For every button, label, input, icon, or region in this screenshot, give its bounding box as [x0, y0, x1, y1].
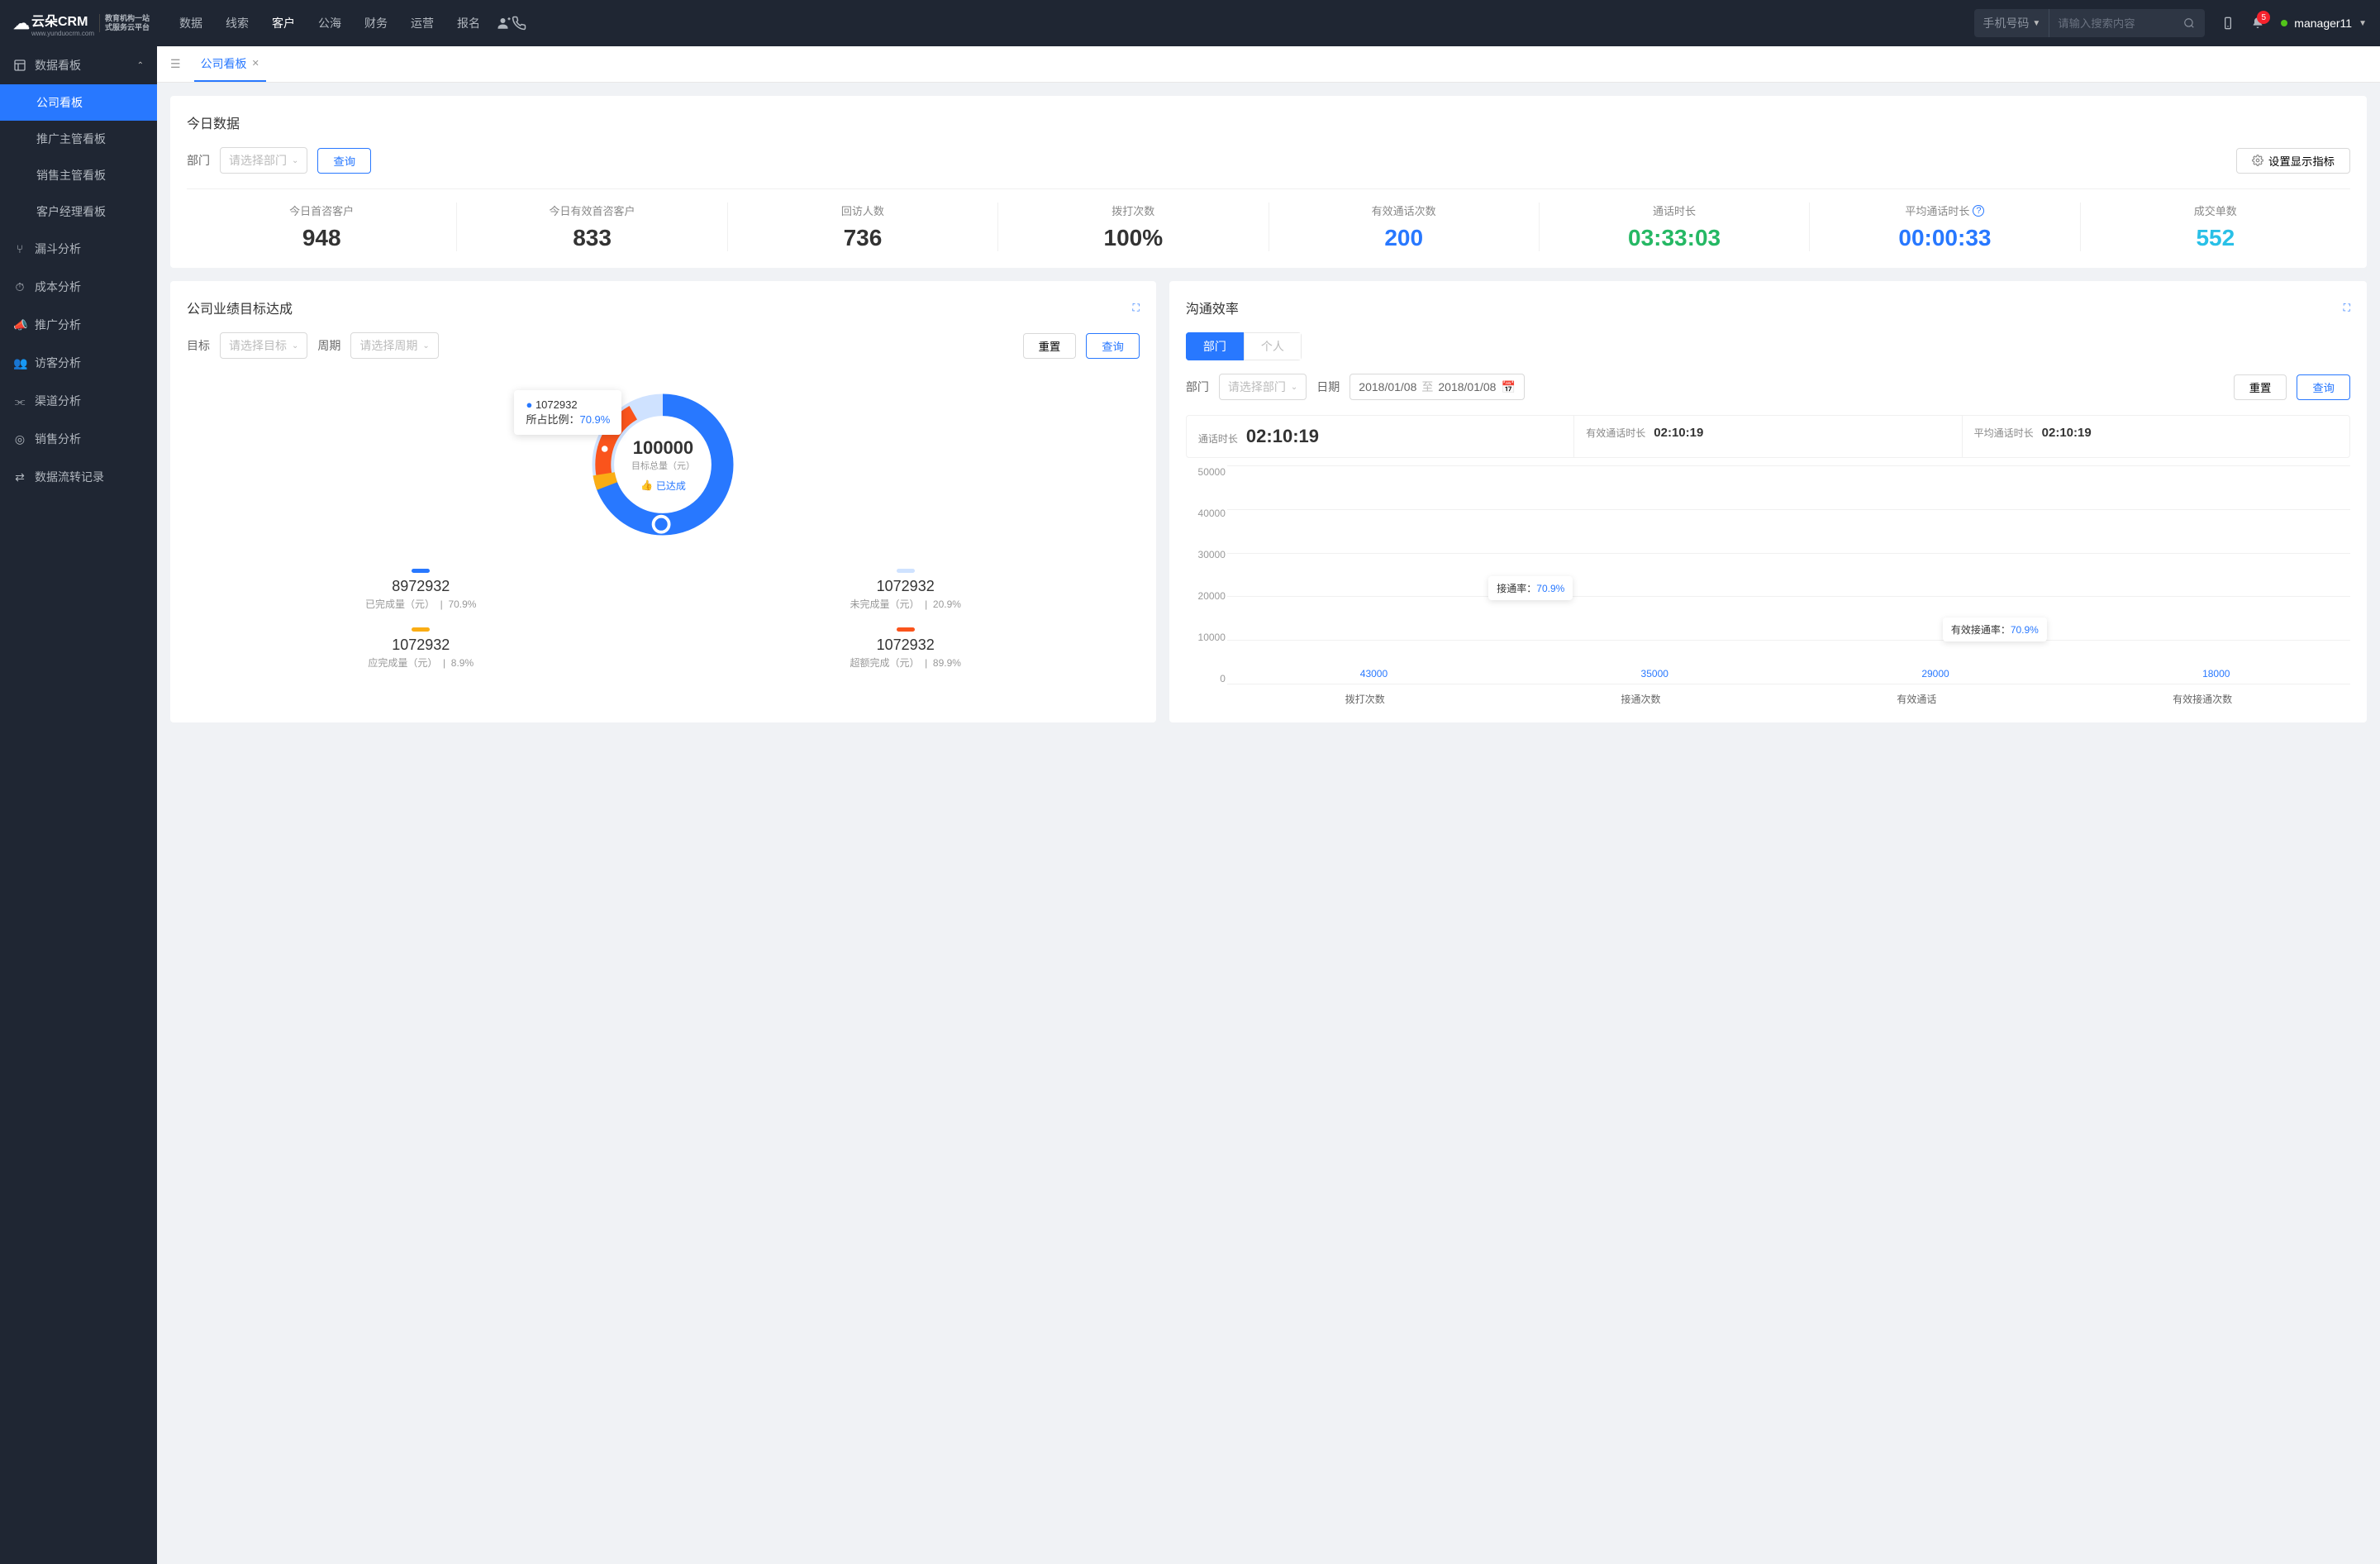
reset-button[interactable]: 重置	[1023, 333, 1077, 359]
query-button[interactable]: 查询	[1086, 333, 1140, 359]
period-select[interactable]: 请选择周期⌄	[350, 332, 438, 359]
date-range-input[interactable]: 2018/01/08 至 2018/01/08 📅	[1349, 374, 1525, 400]
today-title: 今日数据	[187, 112, 2350, 132]
comm-time-0: 通话时长02:10:19	[1187, 416, 1574, 457]
comm-title: 沟通效率	[1186, 298, 1239, 317]
sidebar-sub-3[interactable]: 客户经理看板	[0, 193, 157, 230]
tab-bar: ☰ 公司看板 ✕	[157, 46, 2380, 83]
nav-item-2[interactable]: 客户	[272, 2, 295, 45]
stat-4: 有效通话次数200	[1269, 203, 1540, 251]
chart-chip-0: 接通率：70.9%	[1488, 576, 1573, 600]
seg-0[interactable]: 部门	[1186, 332, 1244, 360]
target-select[interactable]: 请选择目标⌄	[220, 332, 307, 359]
logo: ☁ 云朵CRM www.yunduocrm.com 教育机构一站 式服务云平台	[13, 10, 150, 37]
mobile-icon[interactable]	[2221, 17, 2235, 30]
phone-icon[interactable]	[512, 16, 526, 31]
panel-today-data: 今日数据 部门 请选择部门⌄ 查询 设置显示指标 今日首咨客户948今日有效首咨…	[170, 96, 2367, 268]
nav-item-1[interactable]: 线索	[226, 2, 249, 45]
comm-time-1: 有效通话时长02:10:19	[1574, 416, 1962, 457]
calendar-icon: 📅	[1501, 380, 1515, 394]
comm-time-2: 平均通话时长02:10:19	[1963, 416, 2349, 457]
sidebar-item-5[interactable]: ◎销售分析	[0, 420, 157, 458]
legend-3: 1072932超额完成（元） | 89.9%	[671, 627, 1139, 670]
search-input[interactable]	[2049, 17, 2173, 30]
status-dot	[2281, 20, 2287, 26]
expand-icon[interactable]: ⛶	[2344, 302, 2350, 314]
donut-tooltip: ● 1072932 所占比例：70.9%	[514, 390, 621, 435]
chart-chip-1: 有效接通率：70.9%	[1943, 617, 2047, 641]
stat-0: 今日首咨客户948	[187, 203, 457, 251]
reset-button[interactable]: 重置	[2234, 374, 2287, 400]
top-nav: 数据线索客户公海财务运营报名	[179, 2, 480, 45]
sidebar-item-0[interactable]: ⑂漏斗分析	[0, 230, 157, 268]
user-menu[interactable]: manager11 ▼	[2281, 17, 2367, 30]
legend-2: 1072932应完成量（元） | 8.9%	[187, 627, 654, 670]
notification-badge: 5	[2257, 11, 2270, 24]
comm-dept-select[interactable]: 请选择部门⌄	[1219, 374, 1307, 400]
top-header: ☁ 云朵CRM www.yunduocrm.com 教育机构一站 式服务云平台 …	[0, 0, 2380, 46]
search-button[interactable]	[2173, 17, 2205, 29]
seg-1[interactable]: 个人	[1244, 332, 1302, 360]
sidebar-item-6[interactable]: ⇄数据流转记录	[0, 458, 157, 496]
dept-filter-label: 部门	[187, 152, 210, 169]
nav-item-3[interactable]: 公海	[318, 2, 341, 45]
chevron-up-icon: ⌃	[137, 61, 144, 70]
dept-select[interactable]: 请选择部门⌄	[220, 147, 307, 174]
stat-2: 回访人数736	[728, 203, 998, 251]
bell-icon[interactable]: 5	[2251, 17, 2264, 30]
nav-item-4[interactable]: 财务	[364, 2, 388, 45]
nav-item-5[interactable]: 运营	[411, 2, 434, 45]
search-type-select[interactable]: 手机号码▼	[1974, 9, 2049, 37]
goal-title: 公司业绩目标达成	[187, 298, 293, 317]
main-area: ☰ 公司看板 ✕ 今日数据 部门 请选择部门⌄ 查询 设置显示指标	[157, 46, 2380, 1564]
stat-5: 通话时长03:33:03	[1540, 203, 1810, 251]
sidebar-sub-2[interactable]: 销售主管看板	[0, 157, 157, 193]
stat-6: 平均通话时长 ?00:00:33	[1810, 203, 2080, 251]
tab-company-board[interactable]: 公司看板 ✕	[194, 47, 266, 82]
search-box: 手机号码▼	[1974, 9, 2205, 37]
info-icon[interactable]: ?	[1973, 205, 1984, 217]
sidebar-sub-1[interactable]: 推广主管看板	[0, 121, 157, 157]
legend-1: 1072932未完成量（元） | 20.9%	[671, 569, 1139, 611]
username: manager11	[2294, 17, 2352, 30]
brand-name: 云朵CRM	[31, 10, 94, 30]
panel-comm: 沟通效率 ⛶ 部门个人 部门 请选择部门⌄ 日期 2018/01/08 至 20…	[1169, 281, 2367, 722]
query-button[interactable]: 查询	[2297, 374, 2350, 400]
expand-icon[interactable]: ⛶	[1133, 302, 1140, 314]
sidebar-group-dashboard[interactable]: 数据看板 ⌃	[0, 46, 157, 84]
sidebar-item-3[interactable]: 👥访客分析	[0, 344, 157, 382]
close-tab-icon[interactable]: ✕	[252, 58, 259, 69]
panel-goal: 公司业绩目标达成 ⛶ 目标 请选择目标⌄ 周期 请选择周期⌄ 重置 查询	[170, 281, 1156, 722]
gear-icon	[2252, 155, 2263, 166]
add-user-icon[interactable]	[497, 16, 512, 31]
query-button[interactable]: 查询	[317, 148, 371, 174]
stat-1: 今日有效首咨客户833	[457, 203, 727, 251]
achieved-badge: 👍已达成	[631, 479, 695, 493]
sidebar-sub-0[interactable]: 公司看板	[0, 84, 157, 121]
stat-3: 拨打次数100%	[998, 203, 1269, 251]
stat-7: 成交单数552	[2081, 203, 2350, 251]
sidebar: 数据看板 ⌃ 公司看板推广主管看板销售主管看板客户经理看板 ⑂漏斗分析⏱成本分析…	[0, 46, 157, 1564]
bar-chart: 50000400003000020000100000 4300035000290…	[1186, 466, 2350, 706]
sidebar-item-2[interactable]: 📣推广分析	[0, 306, 157, 344]
sidebar-item-1[interactable]: ⏱成本分析	[0, 268, 157, 306]
sidebar-item-4[interactable]: ⫘渠道分析	[0, 382, 157, 420]
settings-metrics-button[interactable]: 设置显示指标	[2236, 148, 2350, 174]
menu-toggle-icon[interactable]: ☰	[170, 57, 181, 71]
legend-0: 8972932已完成量（元） | 70.9%	[187, 569, 654, 611]
nav-item-0[interactable]: 数据	[179, 2, 202, 45]
nav-item-6[interactable]: 报名	[457, 2, 480, 45]
